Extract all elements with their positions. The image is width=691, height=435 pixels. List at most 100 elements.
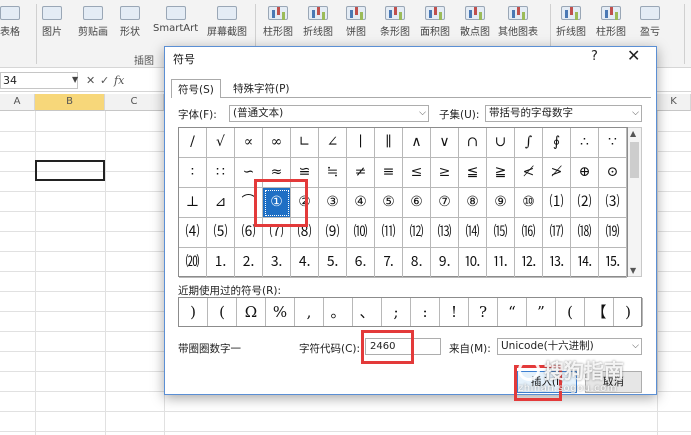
symbol-cell[interactable]: ⊕ (571, 158, 599, 188)
symbol-cell[interactable]: ⑩ (515, 188, 543, 218)
recent-symbols[interactable]: )(Ω%,。、;:!? “”(【) (178, 297, 643, 327)
symbol-cell[interactable]: ≠ (347, 158, 375, 188)
symbol-cell[interactable]: ≤ (403, 158, 431, 188)
scroll-thumb[interactable] (630, 142, 639, 178)
chevron-down-icon[interactable]: ⌵ (632, 106, 639, 121)
recent-symbol-cell[interactable]: , (295, 298, 324, 326)
symbol-cell[interactable]: ∥ (375, 128, 403, 158)
ribbon-button-15[interactable]: 盈亏 (640, 4, 660, 40)
function-icon[interactable]: fx (114, 72, 124, 89)
symbol-cell[interactable]: ② (291, 188, 319, 218)
symbol-grid-scrollbar[interactable]: ▲ ▼ (628, 127, 642, 277)
recent-symbol-cell[interactable]: ” (527, 298, 556, 326)
font-select[interactable]: (普通文本) ⌵ (229, 105, 429, 122)
ribbon-button-2[interactable]: 剪贴画 (78, 4, 108, 40)
ribbon-button-14[interactable]: 柱形图 (596, 4, 626, 40)
ribbon-button-6[interactable]: 柱形图 (263, 4, 293, 40)
cancel-icon[interactable]: ✕ (86, 72, 95, 89)
symbol-cell[interactable]: ⊙ (599, 158, 627, 188)
symbol-cell[interactable]: ⒇ (179, 248, 207, 278)
symbol-cell[interactable]: ∫ (515, 128, 543, 158)
symbol-cell[interactable]: ⒓ (515, 248, 543, 278)
name-box[interactable]: 34 (0, 72, 78, 89)
symbol-cell[interactable]: ∶ (179, 158, 207, 188)
symbol-cell[interactable]: ⒊ (263, 248, 291, 278)
symbol-cell[interactable]: ⑵ (571, 188, 599, 218)
scroll-down-icon[interactable]: ▼ (630, 266, 636, 275)
symbol-cell[interactable]: ∨ (431, 128, 459, 158)
symbol-cell[interactable]: ⑹ (235, 218, 263, 248)
symbol-cell[interactable]: ⑸ (207, 218, 235, 248)
tab-symbols[interactable]: 符号(S) (171, 79, 221, 98)
symbol-cell[interactable]: ⒅ (571, 218, 599, 248)
recent-symbol-cell[interactable]: ; (382, 298, 411, 326)
symbol-cell[interactable]: ⒒ (487, 248, 515, 278)
ribbon-button-5[interactable]: 屏幕截图 (207, 4, 247, 40)
symbol-cell[interactable]: ≯ (543, 158, 571, 188)
symbol-cell[interactable]: ⒆ (599, 218, 627, 248)
symbol-cell[interactable]: ⒂ (487, 218, 515, 248)
symbol-cell[interactable]: ⑥ (403, 188, 431, 218)
symbol-cell[interactable]: ≡ (375, 158, 403, 188)
symbol-cell[interactable]: ⒉ (235, 248, 263, 278)
symbol-cell[interactable]: ∧ (403, 128, 431, 158)
cancel-button[interactable]: 取消 (585, 371, 642, 393)
symbol-cell[interactable]: ∟ (291, 128, 319, 158)
recent-symbol-cell[interactable]: ( (208, 298, 237, 326)
recent-symbol-cell[interactable]: 。 (324, 298, 353, 326)
recent-symbol-cell[interactable]: ? (469, 298, 498, 326)
symbol-cell[interactable]: ≥ (431, 158, 459, 188)
chevron-down-icon[interactable]: ⌵ (632, 339, 639, 354)
recent-symbol-cell[interactable]: 【 (585, 298, 614, 326)
symbol-cell[interactable]: ⒖ (599, 248, 627, 278)
symbol-cell[interactable]: ⑽ (347, 218, 375, 248)
symbol-cell[interactable]: ∷ (207, 158, 235, 188)
symbol-cell[interactable]: ⒁ (459, 218, 487, 248)
symbol-cell[interactable]: ⑶ (599, 188, 627, 218)
symbol-cell[interactable]: ⑤ (375, 188, 403, 218)
symbol-cell[interactable]: ⒐ (431, 248, 459, 278)
symbol-cell[interactable]: ⑴ (543, 188, 571, 218)
symbol-cell[interactable]: ⑿ (403, 218, 431, 248)
ribbon-button-1[interactable]: 图片 (42, 4, 62, 40)
recent-symbol-cell[interactable]: % (266, 298, 295, 326)
symbol-cell[interactable]: ③ (319, 188, 347, 218)
symbol-cell[interactable]: ≌ (291, 158, 319, 188)
column-header-a[interactable]: A (0, 94, 35, 111)
ribbon-button-0[interactable]: 表格 (0, 4, 20, 40)
subset-select[interactable]: 带括号的字母数字 ⌵ (485, 105, 642, 122)
symbol-cell[interactable]: ⑺ (263, 218, 291, 248)
symbol-cell[interactable]: ⒃ (515, 218, 543, 248)
enter-icon[interactable]: ✓ (100, 72, 109, 89)
symbol-cell[interactable]: ≧ (487, 158, 515, 188)
ribbon-button-13[interactable]: 折线图 (556, 4, 586, 40)
recent-symbol-cell[interactable]: ) (614, 298, 643, 326)
symbol-cell[interactable]: ⊿ (207, 188, 235, 218)
symbol-cell[interactable]: ⑾ (375, 218, 403, 248)
recent-symbol-cell[interactable]: : (411, 298, 440, 326)
ribbon-button-4[interactable]: SmartArt (153, 4, 198, 40)
symbol-cell[interactable]: ⑨ (487, 188, 515, 218)
symbol-cell[interactable]: ⑷ (179, 218, 207, 248)
ribbon-button-12[interactable]: 其他图表 (498, 4, 538, 40)
recent-symbol-cell[interactable]: “ (498, 298, 527, 326)
recent-symbol-cell[interactable]: 、 (353, 298, 382, 326)
column-header-k[interactable]: K (657, 94, 691, 111)
tab-special-characters[interactable]: 特殊字符(P) (227, 79, 296, 98)
help-button[interactable]: ? (591, 49, 598, 64)
symbol-cell[interactable]: ⒏ (403, 248, 431, 278)
symbol-cell[interactable]: ∮ (543, 128, 571, 158)
symbol-cell[interactable]: ⒌ (319, 248, 347, 278)
symbol-cell[interactable]: ⒕ (571, 248, 599, 278)
chevron-down-icon[interactable]: ▼ (72, 75, 78, 84)
ribbon-button-8[interactable]: 饼图 (346, 4, 366, 40)
symbol-cell[interactable]: ⒔ (543, 248, 571, 278)
close-button[interactable]: ✕ (627, 46, 640, 65)
symbol-cell[interactable]: ≒ (319, 158, 347, 188)
symbol-cell[interactable]: ∽ (235, 158, 263, 188)
column-header-c[interactable]: C (105, 94, 164, 111)
symbol-cell[interactable]: ⊥ (179, 188, 207, 218)
symbol-cell[interactable]: ∣ (347, 128, 375, 158)
symbol-cell[interactable]: ① (263, 188, 291, 218)
symbol-cell[interactable]: ⒈ (207, 248, 235, 278)
